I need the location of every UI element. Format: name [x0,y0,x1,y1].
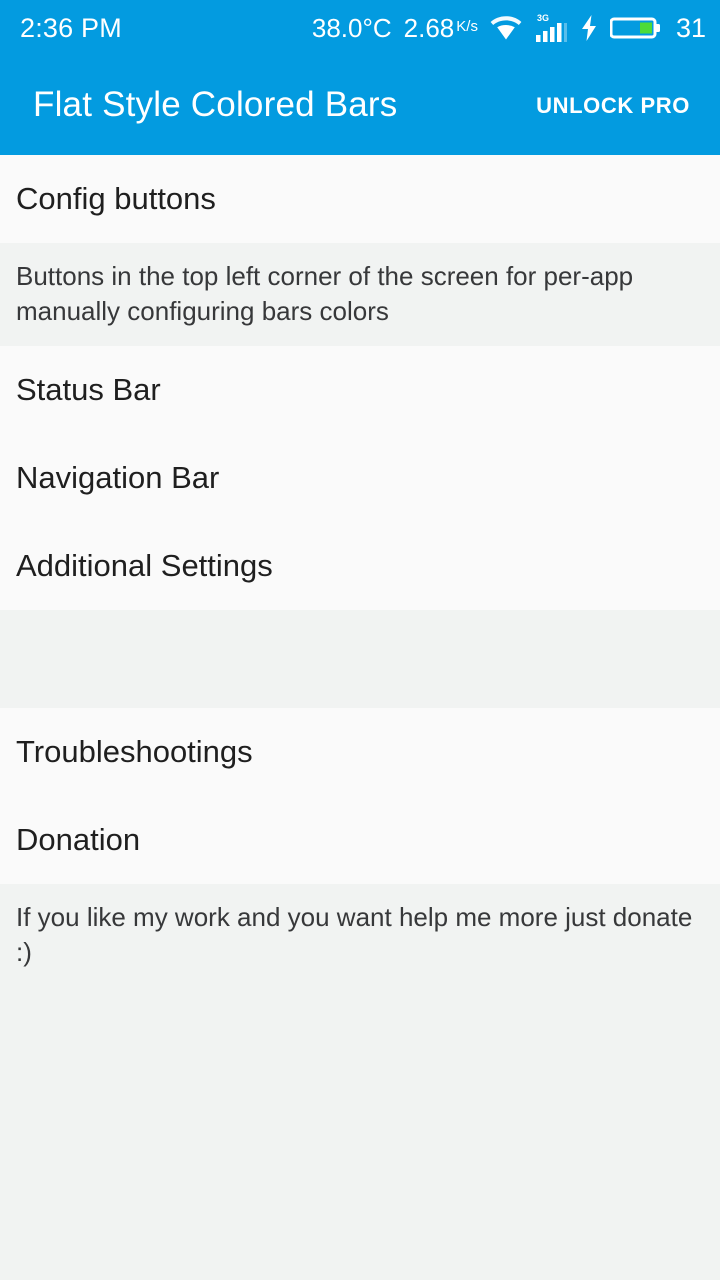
svg-text:3G: 3G [537,13,549,23]
preference-title: Donation [16,822,141,858]
app-toolbar: Flat Style Colored Bars UNLOCK PRO [0,56,720,155]
page-title: Flat Style Colored Bars [33,85,398,125]
preference-group-two: Troubleshootings Donation If you like my… [0,708,720,988]
preference-title: Additional Settings [16,548,273,584]
signal-bars-icon: 3G [534,12,568,44]
group-separator [0,610,720,709]
settings-list[interactable]: Config buttons Buttons in the top left c… [0,155,720,1280]
preference-item-navigation-bar[interactable]: Navigation Bar [0,434,720,523]
preference-title: Config buttons [16,181,216,217]
network-speed-unit: K/s [456,18,478,35]
status-bar: 2:36 PM 38.0°C 2.68 K/s 3G 31 [0,0,720,56]
preference-item-config-buttons[interactable]: Config buttons [0,155,720,243]
preference-item-additional-settings[interactable]: Additional Settings [0,522,720,611]
charging-bolt-icon [580,15,598,41]
battery-level-label: 31 [675,12,706,43]
unlock-pro-button[interactable]: UNLOCK PRO [524,83,702,129]
battery-icon [609,15,662,41]
preference-group-one: Config buttons Buttons in the top left c… [0,155,720,611]
list-empty-space [0,987,720,1280]
preference-summary-donation: If you like my work and you want help me… [0,884,720,988]
wifi-icon [490,15,522,41]
app-screen: 2:36 PM 38.0°C 2.68 K/s 3G 31 Flat Style… [0,0,720,1280]
status-bar-indicators: 38.0°C 2.68 K/s 3G 31 [312,12,706,44]
temperature-indicator: 38.0°C [311,13,392,43]
preference-title: Troubleshootings [16,734,253,770]
preference-title: Status Bar [16,372,161,408]
network-speed-value: 2.68 [403,13,455,43]
preference-item-status-bar[interactable]: Status Bar [0,346,720,435]
network-speed-indicator: 2.68 K/s [404,15,478,41]
status-bar-clock: 2:36 PM [20,12,122,43]
preference-title: Navigation Bar [16,460,220,496]
preference-item-donation[interactable]: Donation [0,796,720,885]
preference-item-troubleshootings[interactable]: Troubleshootings [0,708,720,797]
preference-summary-config-buttons: Buttons in the top left corner of the sc… [0,243,720,347]
